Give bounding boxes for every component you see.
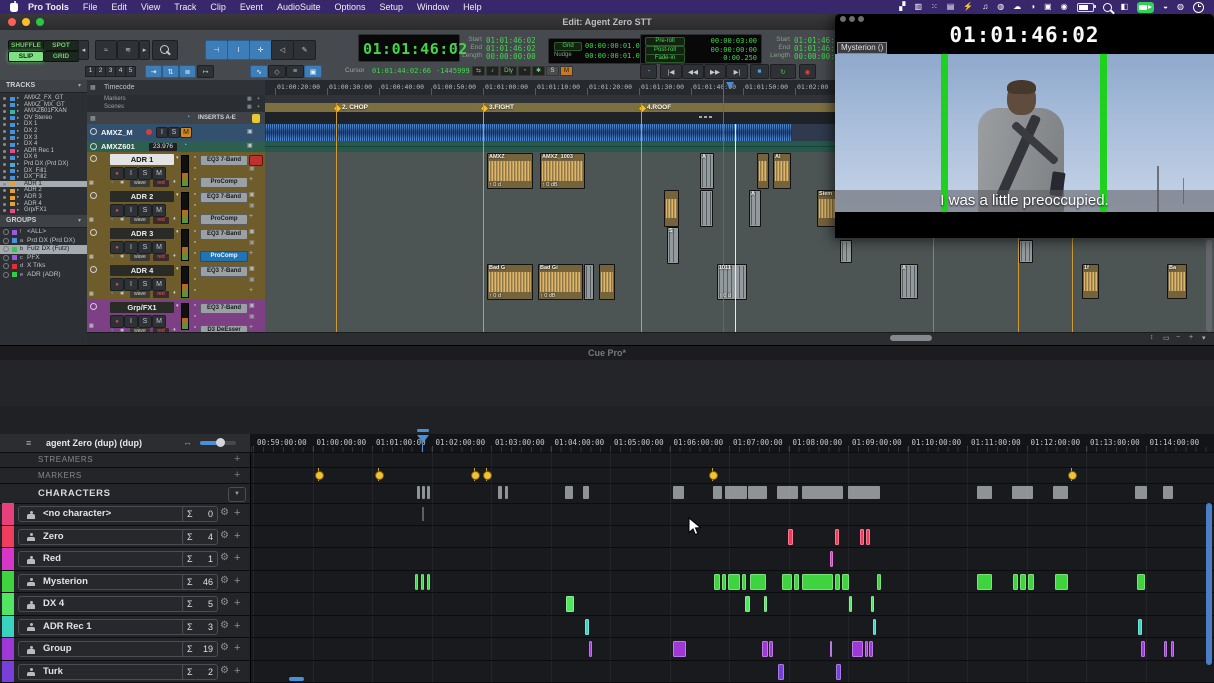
video-speaker-label: Mysterion ()	[837, 42, 887, 54]
actor-hair	[1007, 80, 1036, 94]
safari-icon[interactable]: ◑	[1030, 0, 1035, 14]
menu-edit[interactable]: Edit	[111, 2, 127, 12]
list-icon[interactable]: ≡	[26, 438, 31, 448]
menu-file[interactable]: File	[83, 2, 98, 12]
cuepro-guide-toolbar: Audio Guide Track ▲▼ + ✂ ▼ # R#	[0, 406, 1214, 435]
cuepro-titlebar[interactable]: Cue Pro*	[0, 345, 1214, 361]
add-marker-button[interactable]: +	[234, 469, 240, 481]
menu-view[interactable]: View	[141, 2, 160, 12]
streamers-label: STREAMERS	[38, 455, 93, 464]
clock-icon[interactable]	[1193, 2, 1204, 13]
menu-window[interactable]: Window	[417, 2, 449, 12]
streamers-row: STREAMERS +	[0, 452, 1214, 468]
shield-icon[interactable]: ▣	[1044, 0, 1052, 14]
characters-label: CHARACTERS	[38, 488, 111, 499]
screen: { "menubar": { "items": ["Pro Tools","Fi…	[0, 0, 1214, 683]
video-zoom-button[interactable]	[858, 16, 864, 22]
streamer-bar-left	[941, 54, 948, 212]
video-close-button[interactable]	[840, 16, 846, 22]
markers-label: MARKERS	[38, 471, 82, 480]
menu-audiosuite[interactable]: AudioSuite	[277, 2, 321, 12]
search-icon[interactable]	[1103, 3, 1112, 12]
streamer-bar-right	[1100, 54, 1107, 212]
add-streamer-button[interactable]: +	[234, 453, 240, 465]
menu-pro-tools[interactable]: Pro Tools	[28, 2, 69, 12]
mouse-cursor	[688, 517, 702, 542]
video-minimize-button[interactable]	[849, 16, 855, 22]
user-icon[interactable]: ◍	[1177, 0, 1184, 14]
menubar-status-area: ▞ ▥ ⁙ ▤ ⚡ ♫ ◍ ☁ ◑ ▣ ◉ ◧ ◒ ◍	[899, 0, 1214, 14]
cuepro-toolbar: Pro Tools 25.6.0d263 Connection establis…	[0, 360, 1214, 407]
cue-timeline-header: ≡ agent Zero (dup) (dup) ↔	[0, 434, 250, 453]
dots-grid-icon[interactable]: ⁙	[931, 0, 938, 14]
battery-icon[interactable]	[1077, 3, 1094, 12]
menu-track[interactable]: Track	[174, 2, 196, 12]
menu-help[interactable]: Help	[463, 2, 482, 12]
menu-clip[interactable]: Clip	[210, 2, 226, 12]
facetime-camera-icon[interactable]	[1137, 2, 1154, 13]
apple-menu-icon[interactable]	[10, 3, 18, 12]
columns-icon[interactable]: ▥	[914, 0, 922, 14]
video-window[interactable]: 01:01:46:02 Mysterion () 0011 I was a li…	[835, 14, 1214, 238]
characters-header-row: CHARACTERS +	[0, 483, 1214, 504]
cue-ruler[interactable]	[250, 434, 1214, 453]
subtitle-text: I was a little preoccupied.	[835, 192, 1214, 209]
markers-row: MARKERS +	[0, 467, 1214, 484]
zoom-slider-knob[interactable]	[216, 438, 225, 447]
session-name: agent Zero (dup) (dup)	[46, 438, 142, 448]
music-icon[interactable]: ♫	[982, 0, 988, 14]
menu-items: Pro Tools File Edit View Track Clip Event Audio…	[28, 2, 496, 12]
globe-icon[interactable]: ◍	[997, 0, 1004, 14]
video-bottom-strip	[835, 212, 1214, 238]
playhead-tick	[417, 429, 429, 432]
window-layout-icon[interactable]: ▞	[899, 0, 905, 14]
siri-icon[interactable]: ◒	[1163, 0, 1168, 14]
macos-menubar: Pro Tools File Edit View Track Clip Event Audio…	[0, 0, 1214, 14]
sidebar-icon[interactable]: ▤	[947, 0, 955, 14]
control-center-icon[interactable]: ◧	[1121, 0, 1129, 14]
menu-setup[interactable]: Setup	[380, 2, 404, 12]
menu-event[interactable]: Event	[240, 2, 263, 12]
video-frame	[835, 54, 1214, 212]
energy-icon[interactable]: ⚡	[963, 0, 973, 14]
filter-button[interactable]: ▼	[228, 487, 246, 502]
cloud-icon[interactable]: ☁	[1013, 0, 1021, 14]
menu-options[interactable]: Options	[334, 2, 365, 12]
zoom-arrows-icon[interactable]: ↔	[183, 437, 192, 447]
play-circle-icon[interactable]: ◉	[1061, 0, 1068, 14]
video-timecode-top: 01:01:46:02	[835, 23, 1214, 47]
